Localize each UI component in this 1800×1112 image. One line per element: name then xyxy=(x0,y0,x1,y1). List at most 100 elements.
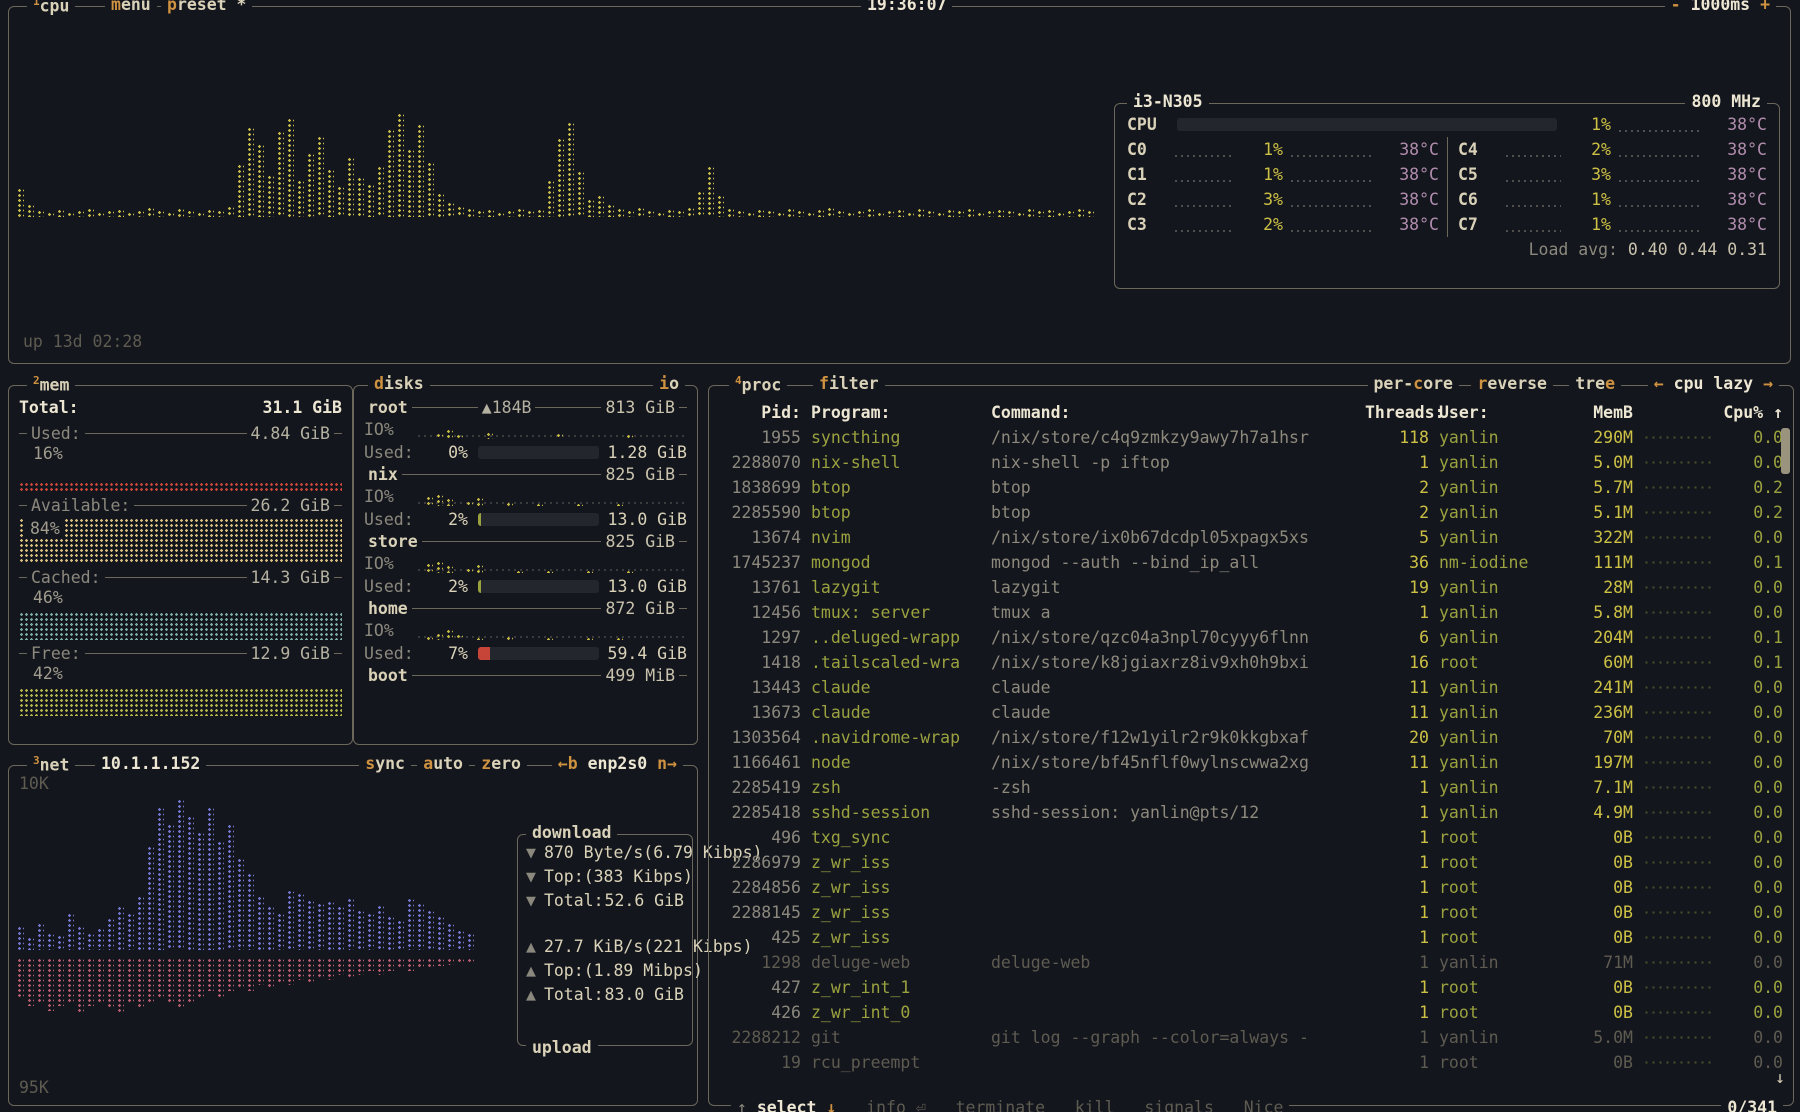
process-row[interactable]: 1838699btopbtop2yanlin5.7M0.2 xyxy=(719,475,1783,500)
terminate-button[interactable]: terminate xyxy=(956,1098,1045,1112)
preset-button[interactable]: preset * xyxy=(161,0,252,14)
process-row[interactable]: 2284856z_wr_iss1root0B0.0 xyxy=(719,875,1783,900)
core-row: C11%38°C xyxy=(1127,162,1439,187)
process-footer: ↑ select ↓ info ⏎ terminate kill signals… xyxy=(731,1098,1289,1112)
col-user[interactable]: User: xyxy=(1439,400,1559,425)
signals-button[interactable]: signals xyxy=(1144,1098,1214,1112)
process-row[interactable]: 2288070nix-shellnix-shell -p iftop1yanli… xyxy=(719,450,1783,475)
reverse-toggle[interactable]: reverse xyxy=(1471,374,1553,393)
tree-toggle[interactable]: tree xyxy=(1569,374,1621,393)
col-threads[interactable]: Threads: xyxy=(1365,400,1429,425)
panel-title-disks[interactable]: disks xyxy=(368,374,430,393)
col-command[interactable]: Command: xyxy=(991,400,1355,425)
scroll-down-icon[interactable]: ↓ xyxy=(1775,1068,1785,1087)
disks-panel: disks io root▲184B813 GiBIO%Used:0%1.28 … xyxy=(353,385,698,745)
process-row[interactable]: 13761lazygitlazygit19yanlin28M0.0 xyxy=(719,575,1783,600)
process-row[interactable]: 496txg_sync1root0B0.0 xyxy=(719,825,1783,850)
process-row[interactable]: 427z_wr_int_11root0B0.0 xyxy=(719,975,1783,1000)
mem-row-rule: Cached:14.3 GiB xyxy=(19,566,342,588)
sort-next-button[interactable]: → xyxy=(1763,374,1773,393)
update-interval-control[interactable]: - 1000ms + xyxy=(1665,0,1776,14)
select-down-icon[interactable]: ↓ xyxy=(826,1098,836,1112)
mem-row-percent: 16% xyxy=(19,444,342,466)
disk-rule: store825 GiB xyxy=(364,530,687,552)
mem-row-rule: Free:12.9 GiB xyxy=(19,642,342,664)
mem-total-row: Total: 31.1 GiB xyxy=(19,398,342,422)
process-row[interactable]: 1298deluge-webdeluge-web1yanlin71M0.0 xyxy=(719,950,1783,975)
process-row[interactable]: 425z_wr_iss1root0B0.0 xyxy=(719,925,1783,950)
download-total-row: ▼Total:52.6 GiB xyxy=(518,889,692,913)
process-row[interactable]: 1418.tailscaled-wra/nix/store/k8jgiaxrz8… xyxy=(719,650,1783,675)
disk-used-row: Used:0%1.28 GiB xyxy=(364,441,687,463)
process-row[interactable]: 2286979z_wr_iss1root0B0.0 xyxy=(719,850,1783,875)
scrollbar-thumb[interactable] xyxy=(1781,428,1790,474)
upload-total-row: ▲Total:83.0 GiB xyxy=(518,983,692,1007)
disk-used-row: Used:2%13.0 GiB xyxy=(364,508,687,530)
net-interface-switcher[interactable]: ←b enp2s0 n→ xyxy=(552,754,683,773)
process-row[interactable]: 1297..deluged-wrapp/nix/store/qzc04a3npl… xyxy=(719,625,1783,650)
mem-usage-graph: 84% xyxy=(19,518,342,564)
process-row[interactable]: 13673claudeclaude11yanlin236M0.0 xyxy=(719,700,1783,725)
disk-io-row: IO% xyxy=(364,486,687,507)
kill-button[interactable]: kill xyxy=(1075,1098,1115,1112)
prev-interface-button[interactable]: ←b xyxy=(558,754,578,773)
process-row[interactable]: 12456tmux: servertmux a1yanlin5.8M0.0 xyxy=(719,600,1783,625)
upload-graph xyxy=(17,958,482,1046)
core-row: C42%38°C xyxy=(1458,137,1767,162)
per-core-toggle[interactable]: per-core xyxy=(1368,374,1460,393)
process-row[interactable]: 13674nvim/nix/store/ix0b67dcdpl05xpagx5x… xyxy=(719,525,1783,550)
select-button[interactable]: select xyxy=(757,1098,817,1112)
select-up-icon[interactable]: ↑ xyxy=(737,1098,747,1112)
col-program[interactable]: Program: xyxy=(811,400,981,425)
panel-title-proc[interactable]: 4proc xyxy=(729,374,787,395)
panel-title-net[interactable]: 3net xyxy=(27,754,75,775)
disk-used-row: Used:2%13.0 GiB xyxy=(364,575,687,597)
net-zero-toggle[interactable]: zero xyxy=(475,754,527,773)
menu-button[interactable]: menu xyxy=(105,0,157,14)
process-row[interactable]: 2285590btopbtop2yanlin5.1M0.2 xyxy=(719,500,1783,525)
info-button[interactable]: info ⏎ xyxy=(866,1098,926,1112)
process-row[interactable]: 13443claudeclaude11yanlin241M0.0 xyxy=(719,675,1783,700)
net-sync-toggle[interactable]: sync xyxy=(359,754,411,773)
sort-prev-button[interactable]: ← xyxy=(1654,374,1664,393)
next-interface-button[interactable]: n→ xyxy=(657,754,677,773)
interval-increase-button[interactable]: + xyxy=(1760,0,1770,14)
mem-row-rule: Used:4.84 GiB xyxy=(19,422,342,444)
process-row[interactable]: 1166461node/nix/store/bf45nflf0wylnscwwa… xyxy=(719,750,1783,775)
panel-title-mem[interactable]: 2mem xyxy=(27,374,75,395)
net-ip-address: 10.1.1.152 xyxy=(95,754,206,773)
process-row[interactable]: 2285419zsh-zsh1yanlin7.1M0.0 xyxy=(719,775,1783,800)
process-row[interactable]: 1745237mongodmongod --auth --bind_ip_all… xyxy=(719,550,1783,575)
panel-title-cpu[interactable]: 1cpu xyxy=(27,0,75,16)
network-panel: 3net 10.1.1.152 sync auto zero ←b enp2s0… xyxy=(8,765,698,1106)
io-mode-toggle[interactable]: io xyxy=(653,374,685,393)
process-row[interactable]: 2285418sshd-sessionsshd-session: yanlin@… xyxy=(719,800,1783,825)
upload-speed-row: ▲27.7 KiB/s(221 Kibps) xyxy=(518,935,692,959)
core-row: C71%38°C xyxy=(1458,212,1767,237)
download-graph xyxy=(17,782,482,950)
col-cpu[interactable]: Cpu% ↑ xyxy=(1723,400,1783,425)
process-row[interactable]: 2288145z_wr_iss1root0B0.0 xyxy=(719,900,1783,925)
col-memb[interactable]: MemB xyxy=(1569,400,1633,425)
disk-entries: root▲184B813 GiBIO%Used:0%1.28 GiBnix825… xyxy=(354,386,697,686)
nice-button[interactable]: Nice xyxy=(1244,1098,1284,1112)
process-table: 1955syncthing/nix/store/c4q9zmkzy9awy7h7… xyxy=(719,425,1783,1075)
process-row[interactable]: 2288212gitgit log --graph --color=always… xyxy=(719,1025,1783,1050)
col-pid[interactable]: Pid: xyxy=(719,400,801,425)
memory-panel: 2mem Total: 31.1 GiB Used:4.84 GiB16%Ava… xyxy=(8,385,353,745)
core-row: C23%38°C xyxy=(1127,187,1439,212)
disk-io-row: IO% xyxy=(364,620,687,641)
interval-decrease-button[interactable]: - xyxy=(1671,0,1681,14)
net-auto-toggle[interactable]: auto xyxy=(417,754,469,773)
btop-screen: 1cpu menu preset * 19:36:07 - 1000ms + u… xyxy=(0,0,1800,1112)
cpu-model: i3-N305 xyxy=(1127,92,1209,111)
filter-button[interactable]: filter xyxy=(813,374,885,393)
process-row[interactable]: 19rcu_preempt1root0B0.0 xyxy=(719,1050,1783,1075)
uptime: up 13d 02:28 xyxy=(23,332,142,351)
process-row[interactable]: 426z_wr_int_01root0B0.0 xyxy=(719,1000,1783,1025)
core-list-right: C42%38°CC53%38°CC61%38°CC71%38°C xyxy=(1447,137,1767,237)
process-row[interactable]: 1955syncthing/nix/store/c4q9zmkzy9awy7h7… xyxy=(719,425,1783,450)
process-row[interactable]: 1303564.navidrome-wrap/nix/store/f12w1yi… xyxy=(719,725,1783,750)
clock: 19:36:07 xyxy=(861,0,952,14)
sort-column-switcher[interactable]: ← cpu lazy → xyxy=(1648,374,1779,393)
